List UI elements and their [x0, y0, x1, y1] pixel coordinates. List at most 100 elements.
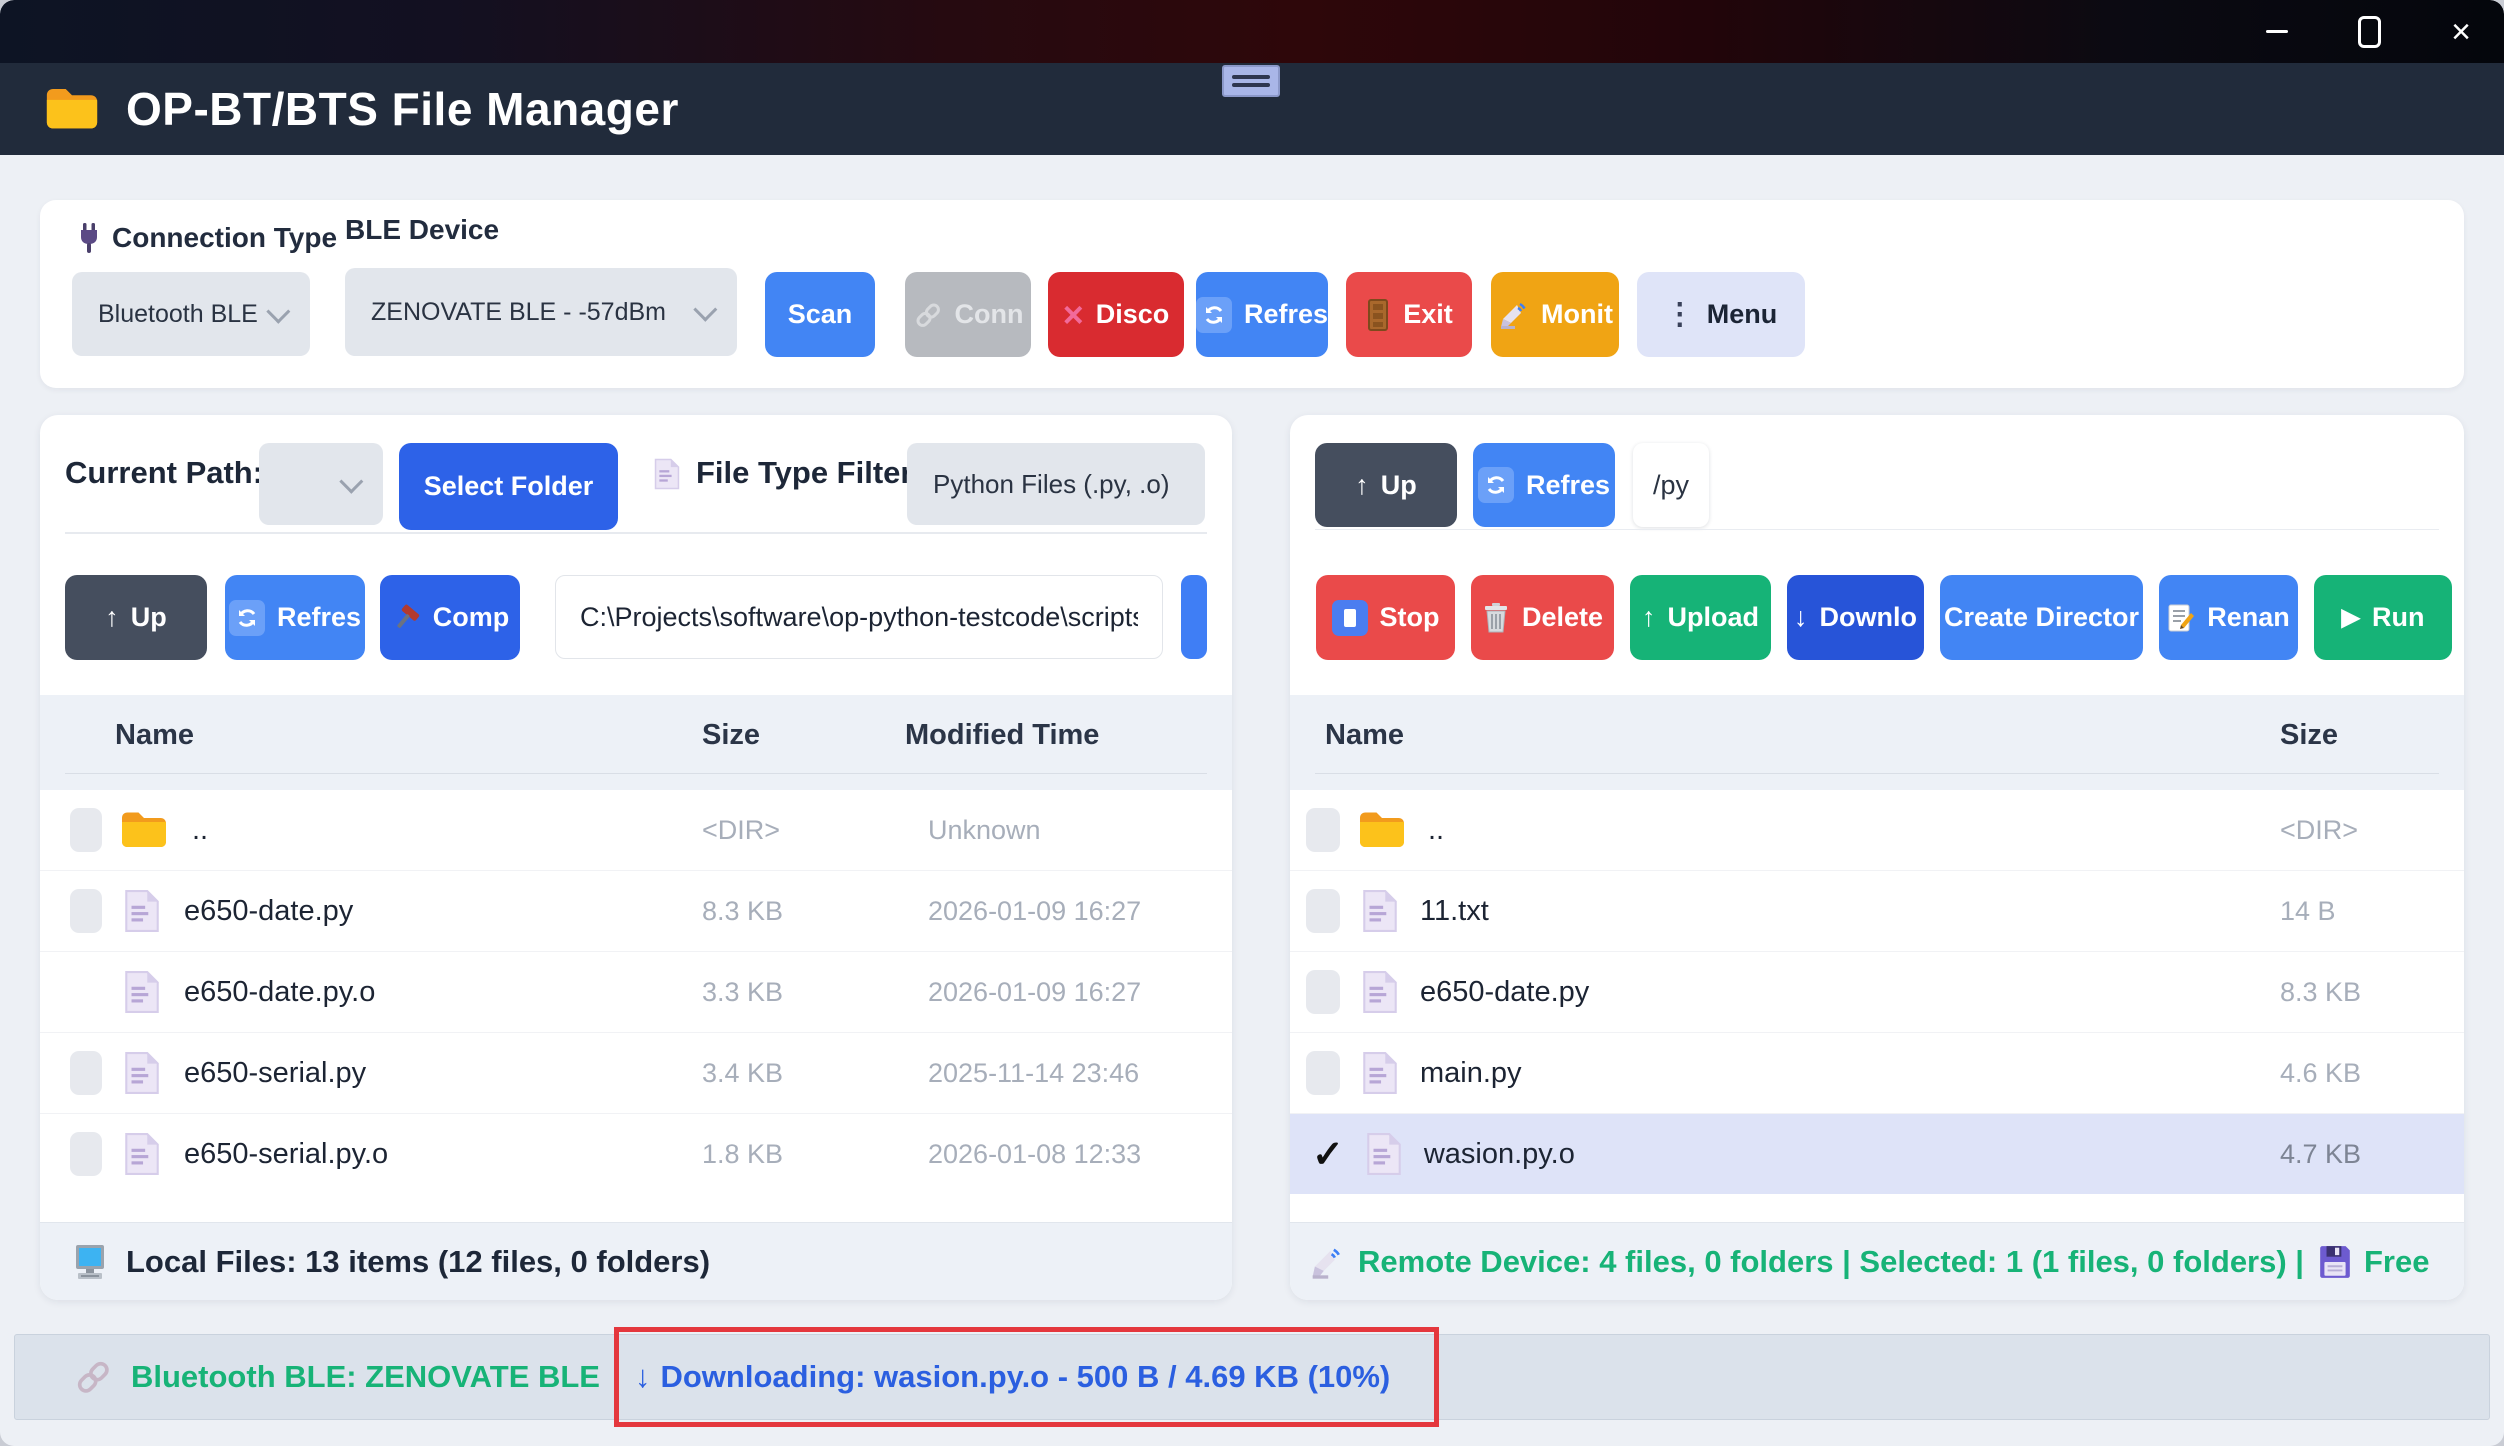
- table-row[interactable]: .. <DIR>: [1290, 790, 2464, 870]
- app-title: OP-BT/BTS File Manager: [126, 82, 679, 136]
- folder-icon: [120, 809, 168, 851]
- run-button[interactable]: ▶ Run: [2314, 575, 2452, 660]
- remote-refresh-button[interactable]: Refres: [1473, 443, 1615, 527]
- row-checkbox[interactable]: [70, 1051, 102, 1095]
- stop-icon: [1332, 600, 1368, 636]
- table-row[interactable]: main.py 4.6 KB: [1290, 1032, 2464, 1113]
- stop-button[interactable]: Stop: [1316, 575, 1455, 660]
- table-row[interactable]: e650-serial.py.o 1.8 KB 2026-01-08 12:33: [40, 1113, 1232, 1194]
- divider: [65, 532, 1207, 534]
- file-type-filter-select[interactable]: Python Files (.py, .o): [907, 443, 1205, 525]
- row-checkbox[interactable]: [70, 889, 102, 933]
- app-window: × OP-BT/BTS File Manager Connection Type…: [0, 0, 2504, 1446]
- kebab-icon: ⋮: [1665, 297, 1695, 332]
- row-checkbox[interactable]: [1306, 1051, 1340, 1095]
- row-checkbox[interactable]: [70, 1132, 102, 1176]
- connection-toolbar: Connection Type BLE Device Bluetooth BLE…: [40, 200, 2464, 388]
- down-arrow-icon: ↓: [635, 1359, 651, 1395]
- folder-icon: [1358, 809, 1406, 851]
- file-icon: [1366, 1132, 1402, 1176]
- refresh-icon: [229, 600, 265, 636]
- trash-icon: [1482, 602, 1510, 634]
- local-file-list: .. <DIR> Unknown e650-date.py 8.3 KB 202…: [40, 790, 1232, 1194]
- satellite-icon: [1497, 299, 1529, 331]
- refresh-icon: [1478, 467, 1514, 503]
- row-checkbox[interactable]: [1306, 808, 1340, 852]
- maximize-button[interactable]: [2352, 15, 2386, 49]
- rename-button[interactable]: Renan: [2159, 575, 2298, 660]
- select-folder-button[interactable]: Select Folder: [399, 443, 618, 530]
- connect-button[interactable]: Conn: [905, 272, 1031, 357]
- path-history-select[interactable]: [259, 443, 383, 525]
- memo-pencil-icon: [2167, 603, 2195, 633]
- local-files-panel: Current Path: Select Folder File Type Fi…: [40, 415, 1232, 1300]
- local-path-input[interactable]: [555, 575, 1163, 659]
- plug-icon: [78, 222, 100, 254]
- download-button[interactable]: ↓ Downlo: [1787, 575, 1924, 660]
- play-icon: ▶: [2342, 603, 2360, 632]
- delete-button[interactable]: Delete: [1471, 575, 1614, 660]
- refresh-icon: [1196, 297, 1232, 333]
- refresh-button[interactable]: Refres: [1196, 272, 1328, 357]
- folder-icon: [44, 85, 100, 133]
- up-arrow-icon: ↑: [1642, 602, 1656, 633]
- computer-icon: [70, 1242, 110, 1282]
- remote-path-display[interactable]: /py: [1633, 443, 1709, 527]
- row-checkbox[interactable]: [70, 808, 102, 852]
- file-icon: [1362, 889, 1398, 933]
- collapsed-widget-icon[interactable]: [1222, 65, 1280, 97]
- table-row[interactable]: e650-date.py.o 3.3 KB 2026-01-09 16:27: [40, 951, 1232, 1032]
- chevron-down-icon: [266, 299, 290, 323]
- title-bar: ×: [0, 0, 2504, 63]
- ble-device-select[interactable]: ZENOVATE BLE - -57dBm: [345, 268, 737, 356]
- connection-status-text: Bluetooth BLE: ZENOVATE BLE: [131, 1359, 600, 1395]
- chevron-down-icon: [693, 297, 717, 321]
- table-row[interactable]: 11.txt 14 B: [1290, 870, 2464, 951]
- floppy-disk-icon: [2318, 1244, 2352, 1280]
- local-files-summary: Local Files: 13 items (12 files, 0 folde…: [40, 1222, 1232, 1300]
- minimize-button[interactable]: [2260, 15, 2294, 49]
- remote-up-button[interactable]: ↑Up: [1315, 443, 1457, 527]
- link-icon: [73, 1357, 113, 1397]
- link-icon: [913, 300, 943, 330]
- hammer-icon: [391, 603, 421, 633]
- door-icon: [1365, 298, 1391, 332]
- up-arrow-icon: ↑: [1355, 470, 1369, 501]
- close-button[interactable]: ×: [2444, 15, 2478, 49]
- file-type-filter-label: File Type Filter: [696, 455, 912, 491]
- monitor-button[interactable]: Monit: [1491, 272, 1619, 357]
- divider: [1315, 529, 2439, 530]
- scan-button[interactable]: Scan: [765, 272, 875, 357]
- download-status-text: ↓ Downloading: wasion.py.o - 500 B / 4.6…: [635, 1359, 1390, 1395]
- connection-type-label: Connection Type: [78, 222, 337, 254]
- connection-type-select[interactable]: Bluetooth BLE: [72, 272, 310, 356]
- menu-button[interactable]: ⋮ Menu: [1637, 272, 1805, 357]
- go-button[interactable]: [1181, 575, 1207, 659]
- up-arrow-icon: ↑: [105, 602, 119, 633]
- x-icon: ×: [1063, 297, 1084, 333]
- local-table-header: Name Size Modified Time: [40, 695, 1232, 790]
- file-icon: [1362, 1051, 1398, 1095]
- app-header: OP-BT/BTS File Manager: [0, 63, 2504, 155]
- create-directory-button[interactable]: Create Director: [1940, 575, 2143, 660]
- local-up-button[interactable]: ↑Up: [65, 575, 207, 660]
- upload-button[interactable]: ↑ Upload: [1630, 575, 1771, 660]
- remote-table-header: Name Size: [1290, 695, 2464, 790]
- compile-button[interactable]: Comp: [380, 575, 520, 660]
- local-refresh-button[interactable]: Refres: [225, 575, 365, 660]
- table-row[interactable]: e650-serial.py 3.4 KB 2025-11-14 23:46: [40, 1032, 1232, 1113]
- row-checkbox[interactable]: [1306, 970, 1340, 1014]
- row-checkbox[interactable]: [1306, 889, 1340, 933]
- download-highlight-box: ↓ Downloading: wasion.py.o - 500 B / 4.6…: [614, 1327, 1439, 1427]
- file-icon: [1362, 970, 1398, 1014]
- table-row[interactable]: e650-date.py 8.3 KB 2026-01-09 16:27: [40, 870, 1232, 951]
- down-arrow-icon: ↓: [1794, 602, 1808, 633]
- current-path-label: Current Path:: [65, 455, 263, 491]
- exit-button[interactable]: Exit: [1346, 272, 1472, 357]
- table-row-selected[interactable]: ✓ wasion.py.o 4.7 KB: [1290, 1113, 2464, 1194]
- status-bar: Bluetooth BLE: ZENOVATE BLE ↓ Downloadin…: [14, 1334, 2490, 1420]
- table-row[interactable]: .. <DIR> Unknown: [40, 790, 1232, 870]
- disconnect-button[interactable]: × Disco: [1048, 272, 1184, 357]
- table-row[interactable]: e650-date.py 8.3 KB: [1290, 951, 2464, 1032]
- remote-file-list: .. <DIR> 11.txt 14 B e650-date.py 8.3 KB: [1290, 790, 2464, 1194]
